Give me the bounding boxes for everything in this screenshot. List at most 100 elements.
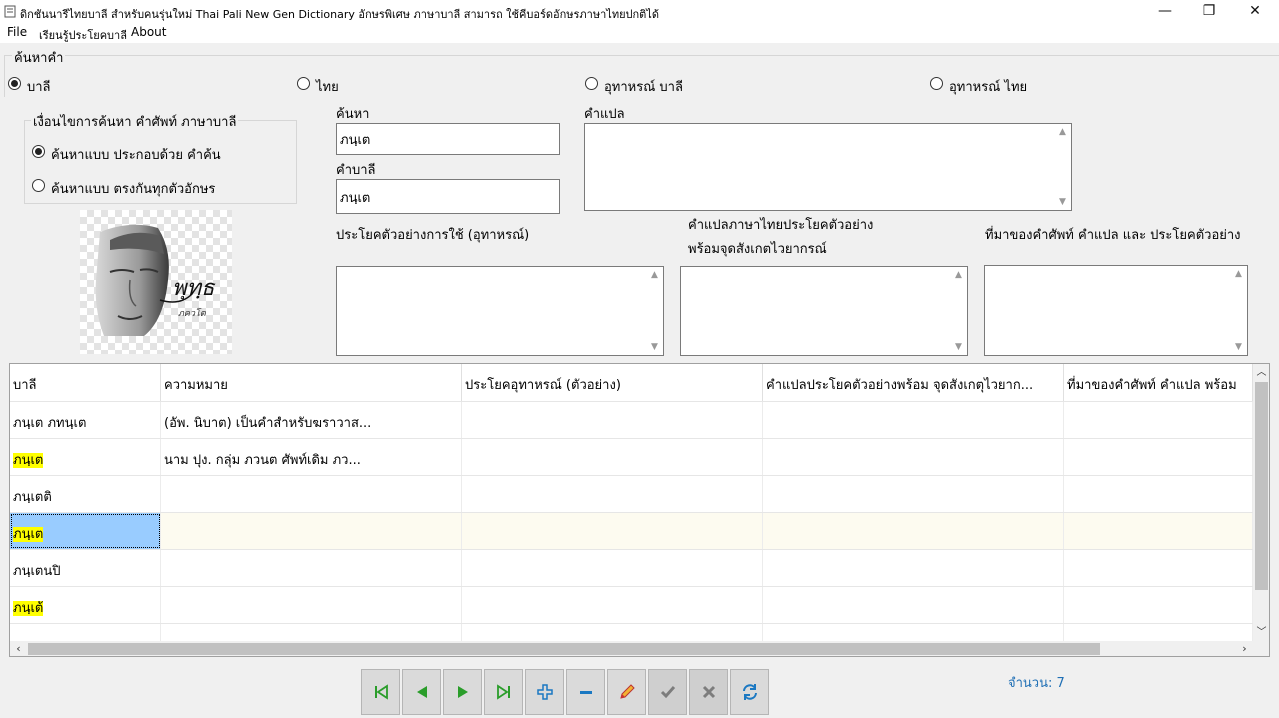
pali-label: คำบาลี [336,163,376,178]
pali-input[interactable]: ภนฺเต [336,179,560,214]
cell-meaning[interactable] [161,476,462,512]
table-row[interactable]: ภนฺเต ภทนฺเต (อัพ. นิบาต) เป็นคำสำหรับฆรา… [10,401,1253,438]
cell-empty[interactable] [763,402,1064,438]
menu-learn[interactable]: เรียนรู้ประโยคบาลี [39,26,127,44]
last-button[interactable] [484,669,523,715]
menu-about[interactable]: About [131,25,166,39]
cell-empty[interactable] [462,587,763,623]
dictionary-grid[interactable]: บาลี ความหมาย ประโยคอุทาหรณ์ (ตัวอย่าง) … [9,363,1270,657]
scroll-down-icon[interactable]: ▼ [950,339,967,355]
scroll-up-icon[interactable]: ▲ [1230,266,1247,282]
radio-example-pali-label: อุทาหรณ์ บาลี [604,80,683,95]
close-button[interactable]: ✕ [1232,0,1278,24]
example-scrollbar[interactable]: ▲ ▼ [646,267,663,355]
cell-pali[interactable]: ภนฺเต [10,513,161,549]
translation-label: คำแปล [584,107,625,122]
cell-empty[interactable] [1064,550,1253,586]
column-header-source[interactable]: ที่มาของคำศัพท์ คำแปล พร้อม [1064,364,1253,401]
cell-empty[interactable] [462,402,763,438]
radio-contains[interactable] [32,145,45,158]
thai-translation-scrollbar[interactable]: ▲ ▼ [950,267,967,355]
cell-empty[interactable] [462,513,763,549]
column-header-example[interactable]: ประโยคอุทาหรณ์ (ตัวอย่าง) [462,364,763,401]
cancel-button[interactable] [689,669,728,715]
column-header-pali[interactable]: บาลี [10,364,161,401]
example-memo[interactable]: ▲ ▼ [336,266,664,356]
scroll-down-icon[interactable]: ▼ [646,339,663,355]
search-label: ค้นหา [336,107,370,122]
radio-thai[interactable] [297,77,310,90]
cell-empty[interactable] [1064,476,1253,512]
scroll-down-icon[interactable]: ▼ [1054,194,1071,210]
refresh-button[interactable] [730,669,769,715]
cell-meaning[interactable] [161,550,462,586]
cell-pali[interactable]: ภนฺเตติ [10,476,161,512]
cell-empty[interactable] [1064,513,1253,549]
table-row[interactable]: ภนฺเต นาม ปุง. กลุ่ม ภวนต ศัพท์เดิม ภว... [10,438,1253,475]
grid-vertical-scrollbar[interactable]: ︿ ﹀ [1253,364,1269,641]
radio-pali[interactable] [8,77,21,90]
source-scrollbar[interactable]: ▲ ▼ [1230,266,1247,355]
menu-file[interactable]: File [7,25,27,39]
cell-pali[interactable]: ภนฺเต ภทนฺเต [10,402,161,438]
cell-empty[interactable] [1064,439,1253,475]
radio-example-pali[interactable] [585,77,598,90]
translation-memo[interactable]: ▲ ▼ [584,123,1072,211]
scroll-up-icon[interactable]: ︿ [1253,364,1269,381]
scroll-right-icon[interactable]: › [1236,641,1253,656]
cell-meaning[interactable] [161,513,462,549]
scroll-up-icon[interactable]: ▲ [646,267,663,283]
scroll-down-icon[interactable]: ﹀ [1253,624,1269,641]
pali-word: ภนฺเต้ [13,601,44,616]
prior-icon [414,684,430,700]
grid-vscroll-thumb[interactable] [1255,382,1268,590]
minimize-button[interactable]: — [1142,0,1188,24]
column-header-translation[interactable]: คำแปลประโยคตัวอย่างพร้อม จุดสังเกตุไวยาก… [763,364,1064,401]
cell-meaning[interactable]: (อัพ. นิบาต) เป็นคำสำหรับฆราวาส... [161,402,462,438]
first-button[interactable] [361,669,400,715]
cell-empty[interactable] [763,476,1064,512]
cell-empty[interactable] [1064,587,1253,623]
cell-empty[interactable] [763,587,1064,623]
radio-example-thai[interactable] [930,77,943,90]
grid-hscroll-thumb[interactable] [28,643,1100,655]
scroll-up-icon[interactable]: ▲ [950,267,967,283]
cell-pali[interactable]: ภนฺเต [10,439,161,475]
prior-button[interactable] [402,669,441,715]
insert-icon [536,684,553,700]
search-group-title: ค้นหาคำ [12,47,66,68]
column-header-meaning[interactable]: ความหมาย [161,364,462,401]
thai-translation-memo[interactable]: ▲ ▼ [680,266,968,356]
table-row[interactable]: ภนฺเตติ [10,475,1253,512]
restore-button[interactable]: ❐ [1186,0,1232,24]
cell-empty[interactable] [462,439,763,475]
delete-button[interactable] [566,669,605,715]
post-button[interactable] [648,669,687,715]
radio-example-thai-label: อุทาหรณ์ ไทย [949,80,1028,95]
translation-scrollbar[interactable]: ▲ ▼ [1054,124,1071,210]
scroll-down-icon[interactable]: ▼ [1230,339,1247,355]
next-button[interactable] [443,669,482,715]
cell-empty[interactable] [1064,402,1253,438]
cell-pali[interactable]: ภนฺเต้ [10,587,161,623]
cell-empty[interactable] [763,439,1064,475]
table-row[interactable]: ภนฺเต [10,512,1253,549]
grid-horizontal-scrollbar[interactable]: ‹ › [10,641,1269,656]
table-row[interactable]: ภนฺเตนปิ [10,549,1253,586]
table-row[interactable]: ภนฺเต้ [10,586,1253,623]
cell-empty[interactable] [763,550,1064,586]
radio-exact[interactable] [32,179,45,192]
search-input[interactable]: ภนฺเต [336,123,560,155]
insert-button[interactable] [525,669,564,715]
cell-meaning[interactable] [161,587,462,623]
scroll-left-icon[interactable]: ‹ [10,641,27,656]
cell-pali[interactable]: ภนฺเตนปิ [10,550,161,586]
logo-text-main: พุทฺธ [172,276,215,301]
cell-meaning[interactable]: นาม ปุง. กลุ่ม ภวนต ศัพท์เดิม ภว... [161,439,462,475]
cell-empty[interactable] [763,513,1064,549]
cell-empty[interactable] [462,476,763,512]
edit-button[interactable] [607,669,646,715]
scroll-up-icon[interactable]: ▲ [1054,124,1071,140]
cell-empty[interactable] [462,550,763,586]
source-memo[interactable]: ▲ ▼ [984,265,1248,356]
